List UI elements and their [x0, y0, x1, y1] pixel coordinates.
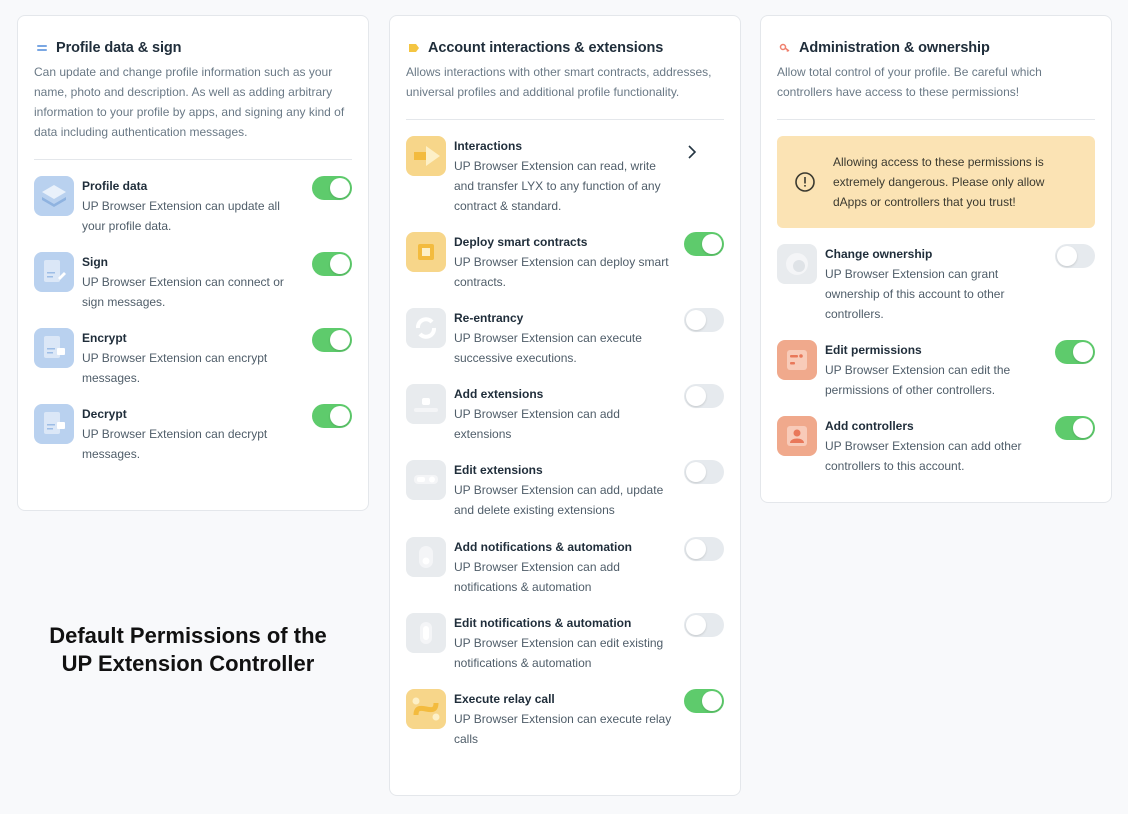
encrypt-toggle[interactable] [312, 328, 352, 352]
permission-title: Edit extensions [454, 463, 543, 477]
permission-title: Change ownership [825, 247, 933, 261]
warning-banner: Allowing access to these permissions is … [777, 136, 1095, 228]
permission-description: UP Browser Extension can read, write and… [454, 159, 661, 213]
account-permissions-card: Account interactions & extensions Allows… [389, 15, 741, 796]
permission-title: Add notifications & automation [454, 540, 632, 554]
permission-item-decrypt: Decrypt UP Browser Extension can decrypt… [34, 404, 352, 464]
caption-line-2: UP Extension Controller [61, 651, 315, 676]
permission-title: Execute relay call [454, 692, 555, 706]
account-card-header: Account interactions & extensions [406, 38, 724, 58]
permission-title: Add controllers [825, 419, 914, 433]
permission-description: UP Browser Extension can execute relay c… [454, 712, 672, 746]
permission-item-relay-call: Execute relay call UP Browser Extension … [406, 689, 724, 749]
interactions-icon [406, 136, 446, 176]
permission-description: UP Browser Extension can grant ownership… [825, 267, 1005, 321]
admin-card-header: Administration & ownership [777, 38, 1095, 58]
profile-permissions-card: Profile data & sign Can update and chang… [17, 15, 369, 511]
permission-title: Encrypt [82, 331, 127, 345]
permission-item-reentrancy: Re-entrancy UP Browser Extension can exe… [406, 308, 724, 368]
tag-icon [409, 44, 419, 52]
edit-permissions-icon [777, 340, 817, 380]
permission-description: UP Browser Extension can add other contr… [825, 439, 1022, 473]
add-controllers-toggle[interactable] [1055, 416, 1095, 440]
permission-title: Re-entrancy [454, 311, 524, 325]
permission-title: Edit notifications & automation [454, 616, 632, 630]
edit-notifications-icon [406, 613, 446, 653]
permission-item-edit-extensions: Edit extensions UP Browser Extension can… [406, 460, 724, 520]
permission-item-sign: Sign UP Browser Extension can connect or… [34, 252, 352, 312]
sign-document-icon [34, 252, 74, 292]
permission-title: Decrypt [82, 407, 127, 421]
chevron-right-icon[interactable] [684, 144, 700, 160]
card-description: Can update and change profile informatio… [34, 65, 345, 139]
permission-description: UP Browser Extension can execute success… [454, 331, 642, 365]
relay-call-icon [406, 689, 446, 729]
reentrancy-icon [406, 308, 446, 348]
permission-title: Interactions [454, 139, 523, 153]
warning-icon [795, 172, 815, 192]
lines-icon [37, 45, 47, 51]
relay-call-toggle[interactable] [684, 689, 724, 713]
permission-description: UP Browser Extension can connect or sign… [82, 275, 284, 309]
permission-item-change-ownership: Change ownership UP Browser Extension ca… [777, 244, 1095, 324]
sign-toggle[interactable] [312, 252, 352, 276]
permission-title: Edit permissions [825, 343, 922, 357]
card-title: Account interactions & extensions [428, 40, 664, 56]
caption-line-1: Default Permissions of the [49, 623, 327, 648]
encrypt-document-icon [34, 328, 74, 368]
admin-permissions-card: Administration & ownership Allow total c… [760, 15, 1112, 503]
divider [34, 159, 352, 160]
permission-item-encrypt: Encrypt UP Browser Extension can encrypt… [34, 328, 352, 388]
permission-item-edit-notifications: Edit notifications & automation UP Brows… [406, 613, 724, 673]
layers-icon [34, 176, 74, 216]
card-title: Profile data & sign [56, 40, 182, 56]
edit-extensions-toggle[interactable] [684, 460, 724, 484]
permission-item-profile-data: Profile data UP Browser Extension can up… [34, 176, 352, 236]
deploy-icon [406, 232, 446, 272]
edit-extensions-icon [406, 460, 446, 500]
permission-description: UP Browser Extension can edit the permis… [825, 363, 1011, 397]
profile-card-header: Profile data & sign [34, 38, 352, 58]
card-description: Allow total control of your profile. Be … [777, 65, 1042, 99]
permission-description: UP Browser Extension can add notificatio… [454, 560, 620, 594]
permission-title: Deploy smart contracts [454, 235, 588, 249]
permission-item-add-extensions: Add extensions UP Browser Extension can … [406, 384, 724, 444]
permission-title: Add extensions [454, 387, 544, 401]
divider [777, 119, 1095, 120]
add-extensions-toggle[interactable] [684, 384, 724, 408]
permission-item-edit-permissions: Edit permissions UP Browser Extension ca… [777, 340, 1095, 400]
decrypt-toggle[interactable] [312, 404, 352, 428]
permission-description: UP Browser Extension can encrypt message… [82, 351, 268, 385]
add-notifications-icon [406, 537, 446, 577]
warning-text: Allowing access to these permissions is … [833, 155, 1045, 209]
divider [406, 119, 724, 120]
permission-description: UP Browser Extension can add, update and… [454, 483, 664, 517]
permission-description: UP Browser Extension can edit existing n… [454, 636, 664, 670]
permission-item-interactions[interactable]: Interactions UP Browser Extension can re… [406, 136, 724, 216]
add-extensions-icon [406, 384, 446, 424]
card-description: Allows interactions with other smart con… [406, 65, 712, 99]
permission-item-deploy: Deploy smart contracts UP Browser Extens… [406, 232, 724, 292]
edit-permissions-toggle[interactable] [1055, 340, 1095, 364]
change-ownership-toggle[interactable] [1055, 244, 1095, 268]
permission-item-add-notifications: Add notifications & automation UP Browse… [406, 537, 724, 597]
profile-data-toggle[interactable] [312, 176, 352, 200]
card-title: Administration & ownership [799, 40, 990, 56]
add-controllers-icon [777, 416, 817, 456]
key-icon [779, 43, 790, 52]
permission-description: UP Browser Extension can deploy smart co… [454, 255, 669, 289]
permission-description: UP Browser Extension can update all your… [82, 199, 280, 233]
add-notifications-toggle[interactable] [684, 537, 724, 561]
permission-description: UP Browser Extension can add extensions [454, 407, 620, 441]
image-caption: Default Permissions of the UP Extension … [18, 622, 358, 678]
ownership-icon [777, 244, 817, 284]
permission-title: Sign [82, 255, 108, 269]
decrypt-document-icon [34, 404, 74, 444]
permission-title: Profile data [82, 179, 148, 193]
deploy-toggle[interactable] [684, 232, 724, 256]
permission-item-add-controllers: Add controllers UP Browser Extension can… [777, 416, 1095, 476]
permission-description: UP Browser Extension can decrypt message… [82, 427, 268, 461]
edit-notifications-toggle[interactable] [684, 613, 724, 637]
reentrancy-toggle[interactable] [684, 308, 724, 332]
